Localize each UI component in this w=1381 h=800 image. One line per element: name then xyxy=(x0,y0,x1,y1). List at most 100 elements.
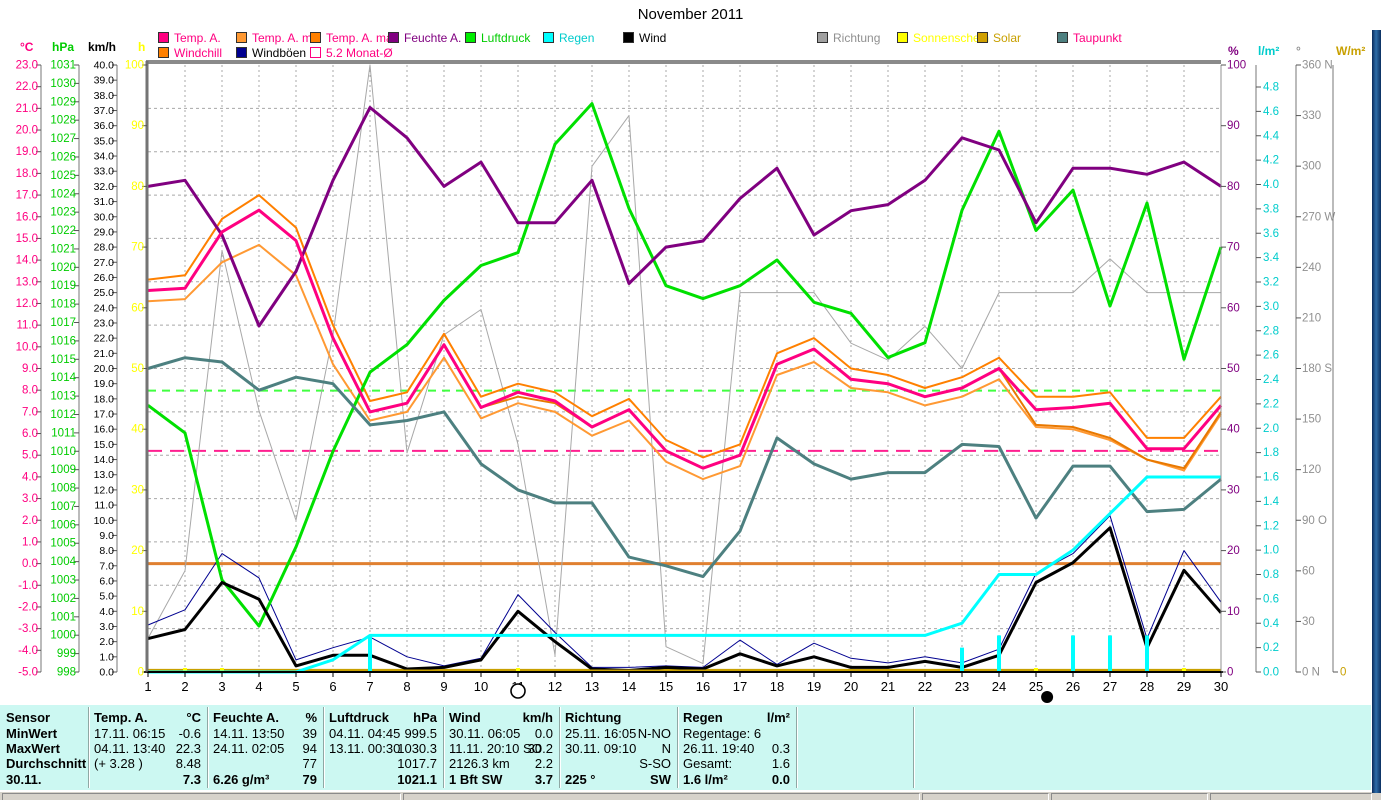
table-cell: 30.11. 06:05 xyxy=(449,726,521,741)
table-cell: -0.6 xyxy=(178,726,201,741)
tick-label-lm2: 1.4 xyxy=(1263,496,1280,508)
tick-label-celsius: 4.0 xyxy=(22,471,38,483)
tick-label-hpa: 1009 xyxy=(50,464,76,476)
table-cell: Feuchte A. xyxy=(213,710,279,725)
tick-label-deg: 120 xyxy=(1302,464,1321,476)
x-day-label: 16 xyxy=(696,679,710,694)
series-sonnenschein-dot xyxy=(1034,668,1038,671)
tick-label-celsius: 3.0 xyxy=(22,493,38,505)
x-day-label: 6 xyxy=(329,679,336,694)
desktop-background-strip xyxy=(1372,30,1381,793)
tick-label-hpa: 1008 xyxy=(50,483,76,495)
tick-label-kmh: 21.0 xyxy=(94,348,115,360)
tick-label-lm2: 3.4 xyxy=(1263,252,1280,264)
tick-label-pct: 80 xyxy=(1227,181,1240,193)
tick-label-lm2: 1.2 xyxy=(1263,520,1279,532)
status-bar-segment-4 xyxy=(1051,793,1208,800)
tick-label-pct: 90 xyxy=(1227,120,1240,132)
tick-label-lm2: 0.4 xyxy=(1263,618,1280,630)
series-regen-tag-bar xyxy=(1145,635,1149,672)
tick-label-pct: 70 xyxy=(1227,242,1240,254)
tick-label-lm2: 2.4 xyxy=(1263,374,1280,386)
tick-label-hpa: 1026 xyxy=(50,151,76,163)
table-cell: 30.11. 09:10 xyxy=(565,741,637,756)
table-cell: Regentage: 6 xyxy=(683,726,762,741)
tick-label-lm2: 0.0 xyxy=(1263,667,1279,679)
table-column-divider xyxy=(677,707,679,788)
tick-label-kmh: 31.0 xyxy=(94,196,115,208)
tick-label-celsius: 16.0 xyxy=(16,211,38,223)
new-moon-icon xyxy=(1041,691,1054,703)
table-column-divider xyxy=(443,707,445,788)
tick-label-celsius: 11.0 xyxy=(16,320,38,332)
tick-label-hpa: 1001 xyxy=(50,611,76,623)
series-regen-tag-bar xyxy=(1108,635,1112,672)
x-day-label: 13 xyxy=(585,679,599,694)
table-cell: 79 xyxy=(302,772,317,787)
series-temp-a-min-line xyxy=(147,243,1222,481)
tick-label-celsius: -2.0 xyxy=(18,601,38,613)
tick-label-lm2: 1.0 xyxy=(1263,545,1279,557)
tick-label-kmh: 20.0 xyxy=(94,363,115,375)
tick-label-celsius: 1.0 xyxy=(22,536,38,548)
series-regen-kumuliert-line xyxy=(148,475,1221,674)
tick-label-kmh: 18.0 xyxy=(94,393,115,405)
tick-label-hpa: 999 xyxy=(57,648,76,660)
series-regen-tag-bar xyxy=(1071,635,1075,672)
tick-label-hpa: 1013 xyxy=(50,391,76,403)
tick-label-lm2: 3.0 xyxy=(1263,301,1279,313)
tick-label-hpa: 1022 xyxy=(50,225,76,237)
tick-label-hpa: 1006 xyxy=(50,519,76,531)
tick-label-kmh: 27.0 xyxy=(94,257,115,269)
x-day-label: 30 xyxy=(1214,679,1228,694)
table-cell: 0.3 xyxy=(771,741,790,756)
table-cell: MinWert xyxy=(6,726,58,741)
tick-label-kmh: 33.0 xyxy=(94,166,115,178)
table-cell: 04.11. 13:40 xyxy=(94,741,166,756)
tick-label-hpa: 1028 xyxy=(50,115,76,127)
table-cell: 3.7 xyxy=(534,772,553,787)
tick-label-hpa: 1016 xyxy=(50,335,76,347)
tick-label-kmh: 14.0 xyxy=(94,454,115,466)
table-cell: Gesamt: xyxy=(683,756,733,771)
status-bar-segment-5 xyxy=(1210,793,1372,800)
tick-label-kmh: 28.0 xyxy=(94,242,115,254)
tick-label-celsius: -4.0 xyxy=(18,645,38,657)
tick-label-kmh: 11.0 xyxy=(94,500,114,512)
tick-label-kmh: 7.0 xyxy=(99,560,114,572)
x-day-label: 21 xyxy=(881,679,895,694)
tick-label-celsius: 22.0 xyxy=(16,81,38,93)
table-cell: % xyxy=(305,710,317,725)
status-bar-segment-2 xyxy=(403,793,920,800)
tick-label-hpa: 1025 xyxy=(50,170,76,182)
table-column-divider xyxy=(796,707,798,788)
table-cell: 1021.1 xyxy=(397,772,437,787)
table-cell: 8.48 xyxy=(175,756,201,771)
tick-label-hpa: 1005 xyxy=(50,538,76,550)
tick-label-deg: 360 N xyxy=(1302,60,1333,72)
x-day-label: 17 xyxy=(733,679,747,694)
tick-label-deg: 180 S xyxy=(1302,363,1332,375)
tick-label-pct: 40 xyxy=(1227,424,1240,436)
tick-label-kmh: 9.0 xyxy=(99,530,114,542)
table-column-divider xyxy=(913,707,915,788)
x-day-label: 23 xyxy=(955,679,969,694)
table-cell: 77 xyxy=(302,756,317,771)
tick-label-kmh: 32.0 xyxy=(94,181,115,193)
x-day-label: 8 xyxy=(403,679,410,694)
tick-label-pct: 20 xyxy=(1227,545,1240,557)
tick-label-deg: 270 W xyxy=(1302,211,1335,223)
tick-label-kmh: 10.0 xyxy=(94,515,115,527)
tick-label-celsius: 14.0 xyxy=(16,255,38,267)
tick-label-celsius: 10.0 xyxy=(16,341,38,353)
tick-label-kmh: 0.0 xyxy=(99,667,114,679)
tick-label-celsius: 23.0 xyxy=(16,60,38,72)
tick-label-lm2: 0.2 xyxy=(1263,642,1279,654)
series-windboeen-line xyxy=(147,515,1222,668)
status-bar xyxy=(0,792,1381,800)
tick-label-celsius: 13.0 xyxy=(16,276,38,288)
tick-label-lm2: 1.6 xyxy=(1263,472,1279,484)
tick-label-kmh: 15.0 xyxy=(94,439,115,451)
tick-label-hours: 30 xyxy=(131,484,144,496)
tick-label-kmh: 19.0 xyxy=(94,378,115,390)
